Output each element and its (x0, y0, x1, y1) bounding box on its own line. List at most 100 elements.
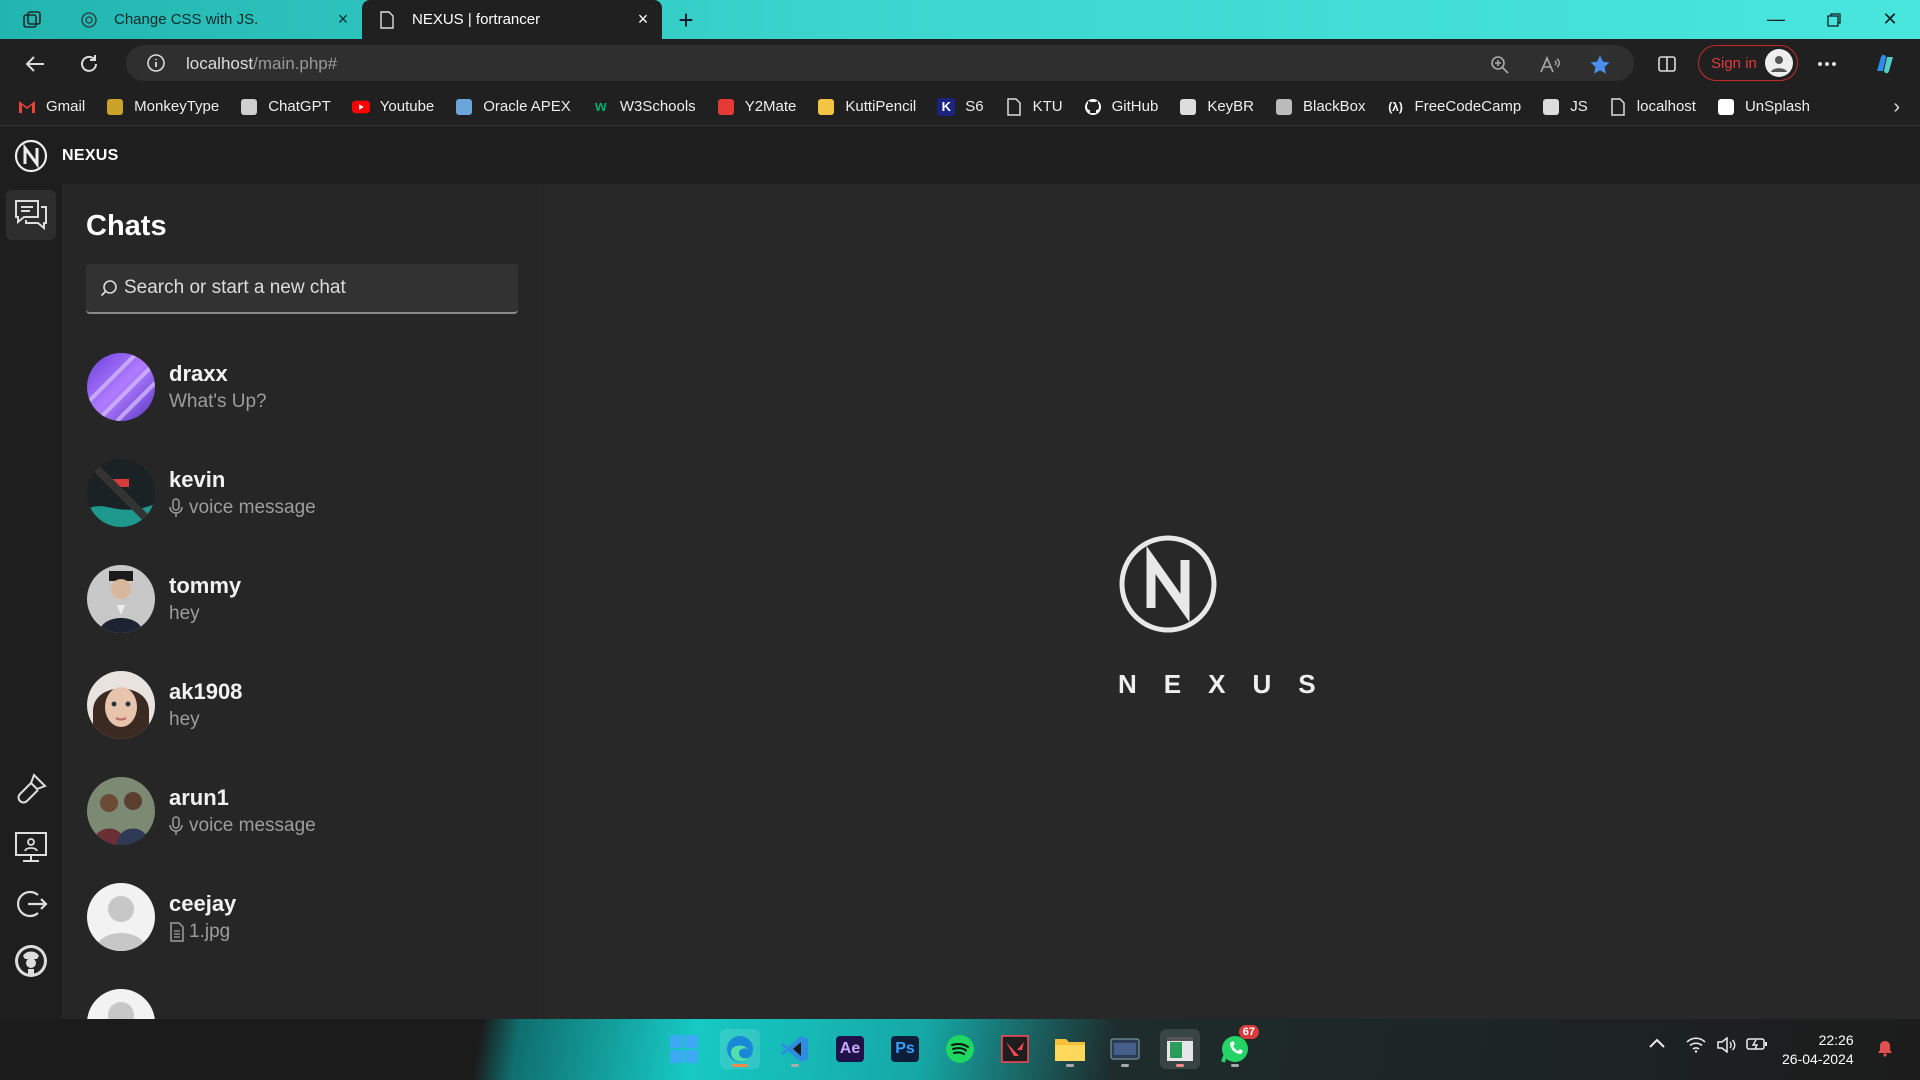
chat-list-item[interactable]: arun1 voice message (62, 758, 541, 864)
search-input[interactable] (124, 277, 504, 299)
keybr-icon (1179, 98, 1197, 116)
bookmark-chatgpt[interactable]: ChatGPT (240, 98, 331, 116)
new-tab-button[interactable]: + (672, 5, 700, 35)
nexus-hero-logo-icon (1118, 534, 1278, 634)
spotify-icon[interactable] (940, 1029, 980, 1069)
chat-list-item[interactable]: ceejay 1.jpg (62, 864, 541, 970)
running-indicator (791, 1064, 799, 1067)
chats-nav-icon[interactable] (6, 190, 56, 240)
bookmark-label: KTU (1032, 98, 1063, 115)
logout-icon[interactable] (6, 879, 56, 929)
bookmark-keybr[interactable]: KeyBR (1179, 98, 1254, 116)
bookmark-s6[interactable]: K S6 (937, 97, 984, 116)
chat-meta: arun1 voice message (169, 785, 316, 837)
vscode-icon[interactable] (775, 1029, 815, 1069)
bookmarks-bar: Gmail MonkeyType ChatGPT Youtube Oracle APEX… (0, 88, 1920, 126)
bookmark-label: ChatGPT (268, 98, 331, 115)
battery-icon[interactable] (1746, 1037, 1768, 1051)
tab-nexus[interactable]: NEXUS | fortrancer × (362, 0, 662, 39)
site-info-icon[interactable] (146, 53, 166, 73)
windows-start-icon[interactable] (664, 1029, 704, 1069)
bookmark-label: W3Schools (619, 98, 696, 115)
bookmark-gmail[interactable]: Gmail (18, 98, 85, 116)
bookmark-label: UnSplash (1744, 98, 1811, 115)
bookmark-w3schools[interactable]: w W3Schools (592, 98, 696, 116)
display-settings-icon[interactable] (6, 822, 56, 872)
chat-message-text: voice message (189, 815, 316, 836)
chat-meta: tommy hey (169, 573, 241, 625)
terminal-app-icon[interactable] (1160, 1029, 1200, 1069)
avatar (87, 989, 155, 1019)
bookmark-y2mate[interactable]: Y2Mate (717, 98, 796, 116)
chat-list-item[interactable] (62, 970, 541, 1019)
avatar (87, 671, 155, 739)
bookmark-js[interactable]: JS (1542, 98, 1588, 116)
bookmark-label: Gmail (46, 98, 86, 115)
bookmark-oracle-apex[interactable]: Oracle APEX (455, 98, 571, 116)
github-icon (1084, 98, 1102, 116)
wifi-icon[interactable] (1686, 1037, 1706, 1053)
split-screen-icon[interactable] (1650, 47, 1684, 81)
read-aloud-icon[interactable] (1538, 53, 1562, 77)
unsplash-icon (1717, 98, 1735, 116)
back-icon[interactable] (18, 47, 52, 81)
bookmark-freecodecamp[interactable]: (λ) FreeCodeCamp (1387, 98, 1522, 116)
windows-taskbar: Ae Ps 67 22:26 26-04-2024 (0, 1019, 1920, 1080)
after-effects-icon[interactable]: Ae (830, 1029, 870, 1069)
chat-list-item[interactable]: draxx What's Up? (62, 334, 541, 440)
profile-avatar[interactable] (6, 936, 56, 986)
photoshop-icon[interactable]: Ps (885, 1029, 925, 1069)
snipping-tool-icon[interactable] (1105, 1029, 1145, 1069)
more-bookmarks-chevron-icon[interactable]: › (1893, 96, 1900, 119)
edge-browser-icon[interactable] (720, 1029, 760, 1069)
avatar (87, 459, 155, 527)
minimize-icon[interactable]: — (1748, 0, 1804, 39)
bookmark-localhost[interactable]: localhost (1609, 97, 1696, 116)
app-header: NEXUS (0, 127, 1920, 184)
bookmark-youtube[interactable]: Youtube (351, 98, 435, 116)
search-box[interactable] (86, 264, 518, 314)
tab-change-css[interactable]: Change CSS with JS. × (64, 0, 362, 39)
chat-name: draxx (169, 361, 228, 386)
sign-in-button[interactable]: Sign in (1698, 45, 1798, 81)
bookmark-github[interactable]: GitHub (1084, 98, 1158, 116)
chat-list-item[interactable]: ak1908 hey (62, 652, 541, 758)
favorite-star-icon[interactable] (1588, 53, 1612, 77)
copilot-icon[interactable] (1868, 47, 1902, 81)
restore-icon[interactable] (1806, 0, 1862, 39)
chat-meta: kevin voice message (169, 467, 316, 519)
running-indicator (1121, 1064, 1129, 1067)
pencil-icon (817, 98, 835, 116)
valorant-icon[interactable] (995, 1029, 1035, 1069)
bookmark-label: KeyBR (1207, 98, 1254, 115)
bookmark-blackbox[interactable]: BlackBox (1275, 98, 1366, 116)
clock-time: 22:26 (1818, 1032, 1854, 1048)
chat-list-item[interactable]: tommy hey (62, 546, 541, 652)
volume-icon[interactable] (1716, 1037, 1736, 1053)
more-options-icon[interactable] (1810, 47, 1844, 81)
whatsapp-icon[interactable]: 67 (1215, 1025, 1259, 1069)
address-bar[interactable]: localhost/main.php# (126, 45, 1634, 81)
notification-bell-icon[interactable] (1876, 1039, 1894, 1057)
oracle-apex-icon (455, 98, 473, 116)
w3schools-icon: w (594, 98, 607, 115)
close-tab-icon[interactable]: × (634, 9, 652, 29)
file-explorer-icon[interactable] (1050, 1029, 1090, 1069)
refresh-icon[interactable] (72, 47, 106, 81)
bookmark-label: Youtube (379, 98, 435, 115)
zoom-icon[interactable] (1488, 53, 1512, 77)
chat-name: tommy (169, 573, 242, 598)
tab-title: Change CSS with JS. (114, 11, 259, 28)
bookmark-kuttipencil[interactable]: KuttiPencil (817, 98, 916, 116)
bookmark-label: FreeCodeCamp (1414, 98, 1522, 115)
bookmark-monkeytype[interactable]: MonkeyType (106, 98, 219, 116)
show-hidden-icons-chevron-icon[interactable] (1648, 1037, 1666, 1049)
workspaces-icon[interactable] (18, 8, 46, 32)
theme-brush-icon[interactable] (6, 764, 56, 814)
bookmark-ktu[interactable]: KTU (1005, 97, 1063, 116)
close-tab-icon[interactable]: × (334, 9, 352, 29)
chat-list-item[interactable]: kevin voice message (62, 440, 541, 546)
system-clock[interactable]: 22:26 26-04-2024 (1782, 1031, 1854, 1069)
bookmark-unsplash[interactable]: UnSplash (1717, 98, 1810, 116)
close-window-icon[interactable]: ✕ (1862, 0, 1918, 39)
